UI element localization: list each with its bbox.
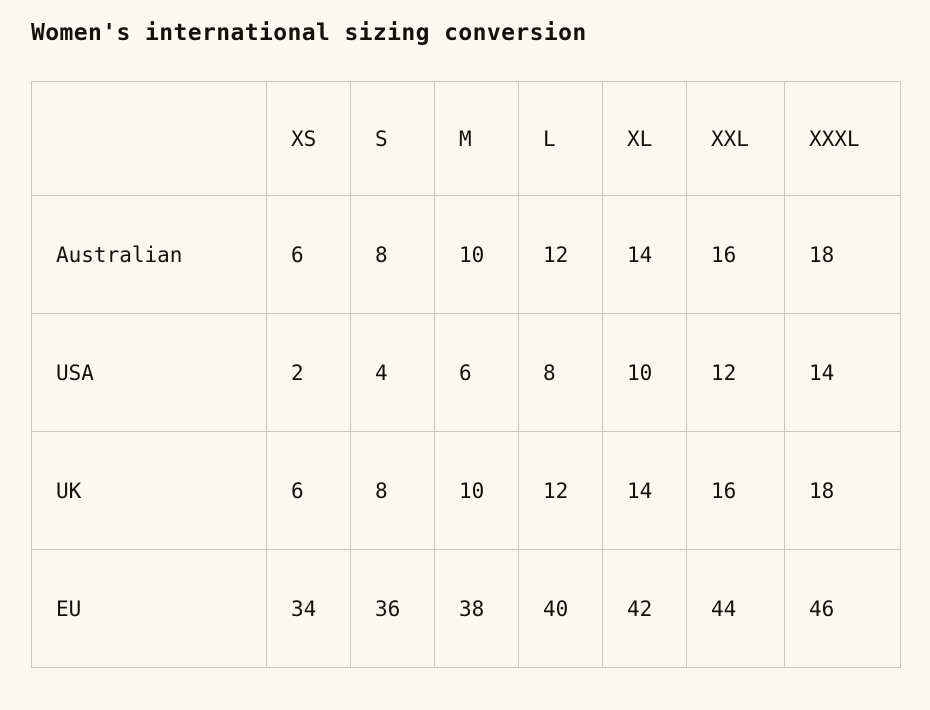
sizing-conversion-table: XS S M L XL XXL XXXL Australian 6 8 10 1… <box>31 81 901 668</box>
row-label-uk: UK <box>31 431 267 550</box>
sizing-table-container: XS S M L XL XXL XXXL Australian 6 8 10 1… <box>31 81 901 668</box>
cell-usa-l: 8 <box>518 313 603 432</box>
cell-usa-xxxl: 14 <box>784 313 901 432</box>
cell-uk-xxxl: 18 <box>784 431 901 550</box>
cell-uk-xxl: 16 <box>686 431 785 550</box>
cell-uk-s: 8 <box>350 431 435 550</box>
cell-usa-m: 6 <box>434 313 519 432</box>
cell-australian-m: 10 <box>434 195 519 314</box>
column-header-m: M <box>434 81 519 196</box>
column-header-l: L <box>518 81 603 196</box>
cell-australian-s: 8 <box>350 195 435 314</box>
cell-australian-xxxl: 18 <box>784 195 901 314</box>
table-head: XS S M L XL XXL XXXL <box>31 81 901 196</box>
table-row: Australian 6 8 10 12 14 16 18 <box>31 195 901 314</box>
page-root: Women's international sizing conversion … <box>0 0 930 710</box>
table-header-row: XS S M L XL XXL XXXL <box>31 81 901 196</box>
table-row: UK 6 8 10 12 14 16 18 <box>31 431 901 550</box>
cell-eu-xxl: 44 <box>686 549 785 668</box>
column-header-xxl: XXL <box>686 81 785 196</box>
table-body: Australian 6 8 10 12 14 16 18 USA 2 4 6 … <box>31 195 901 668</box>
cell-eu-xxxl: 46 <box>784 549 901 668</box>
column-header-xxxl: XXXL <box>784 81 901 196</box>
page-title: Women's international sizing conversion <box>31 20 587 46</box>
cell-usa-xs: 2 <box>266 313 351 432</box>
row-label-eu: EU <box>31 549 267 668</box>
cell-usa-xl: 10 <box>602 313 687 432</box>
table-corner-cell <box>31 81 267 196</box>
column-header-s: S <box>350 81 435 196</box>
cell-australian-xs: 6 <box>266 195 351 314</box>
cell-usa-xxl: 12 <box>686 313 785 432</box>
cell-usa-s: 4 <box>350 313 435 432</box>
cell-eu-m: 38 <box>434 549 519 668</box>
cell-australian-xl: 14 <box>602 195 687 314</box>
row-label-australian: Australian <box>31 195 267 314</box>
column-header-xl: XL <box>602 81 687 196</box>
row-label-usa: USA <box>31 313 267 432</box>
cell-eu-s: 36 <box>350 549 435 668</box>
column-header-xs: XS <box>266 81 351 196</box>
cell-eu-xl: 42 <box>602 549 687 668</box>
cell-australian-xxl: 16 <box>686 195 785 314</box>
cell-uk-xs: 6 <box>266 431 351 550</box>
cell-eu-xs: 34 <box>266 549 351 668</box>
cell-uk-l: 12 <box>518 431 603 550</box>
table-row: EU 34 36 38 40 42 44 46 <box>31 549 901 668</box>
cell-uk-m: 10 <box>434 431 519 550</box>
cell-australian-l: 12 <box>518 195 603 314</box>
table-row: USA 2 4 6 8 10 12 14 <box>31 313 901 432</box>
cell-eu-l: 40 <box>518 549 603 668</box>
cell-uk-xl: 14 <box>602 431 687 550</box>
